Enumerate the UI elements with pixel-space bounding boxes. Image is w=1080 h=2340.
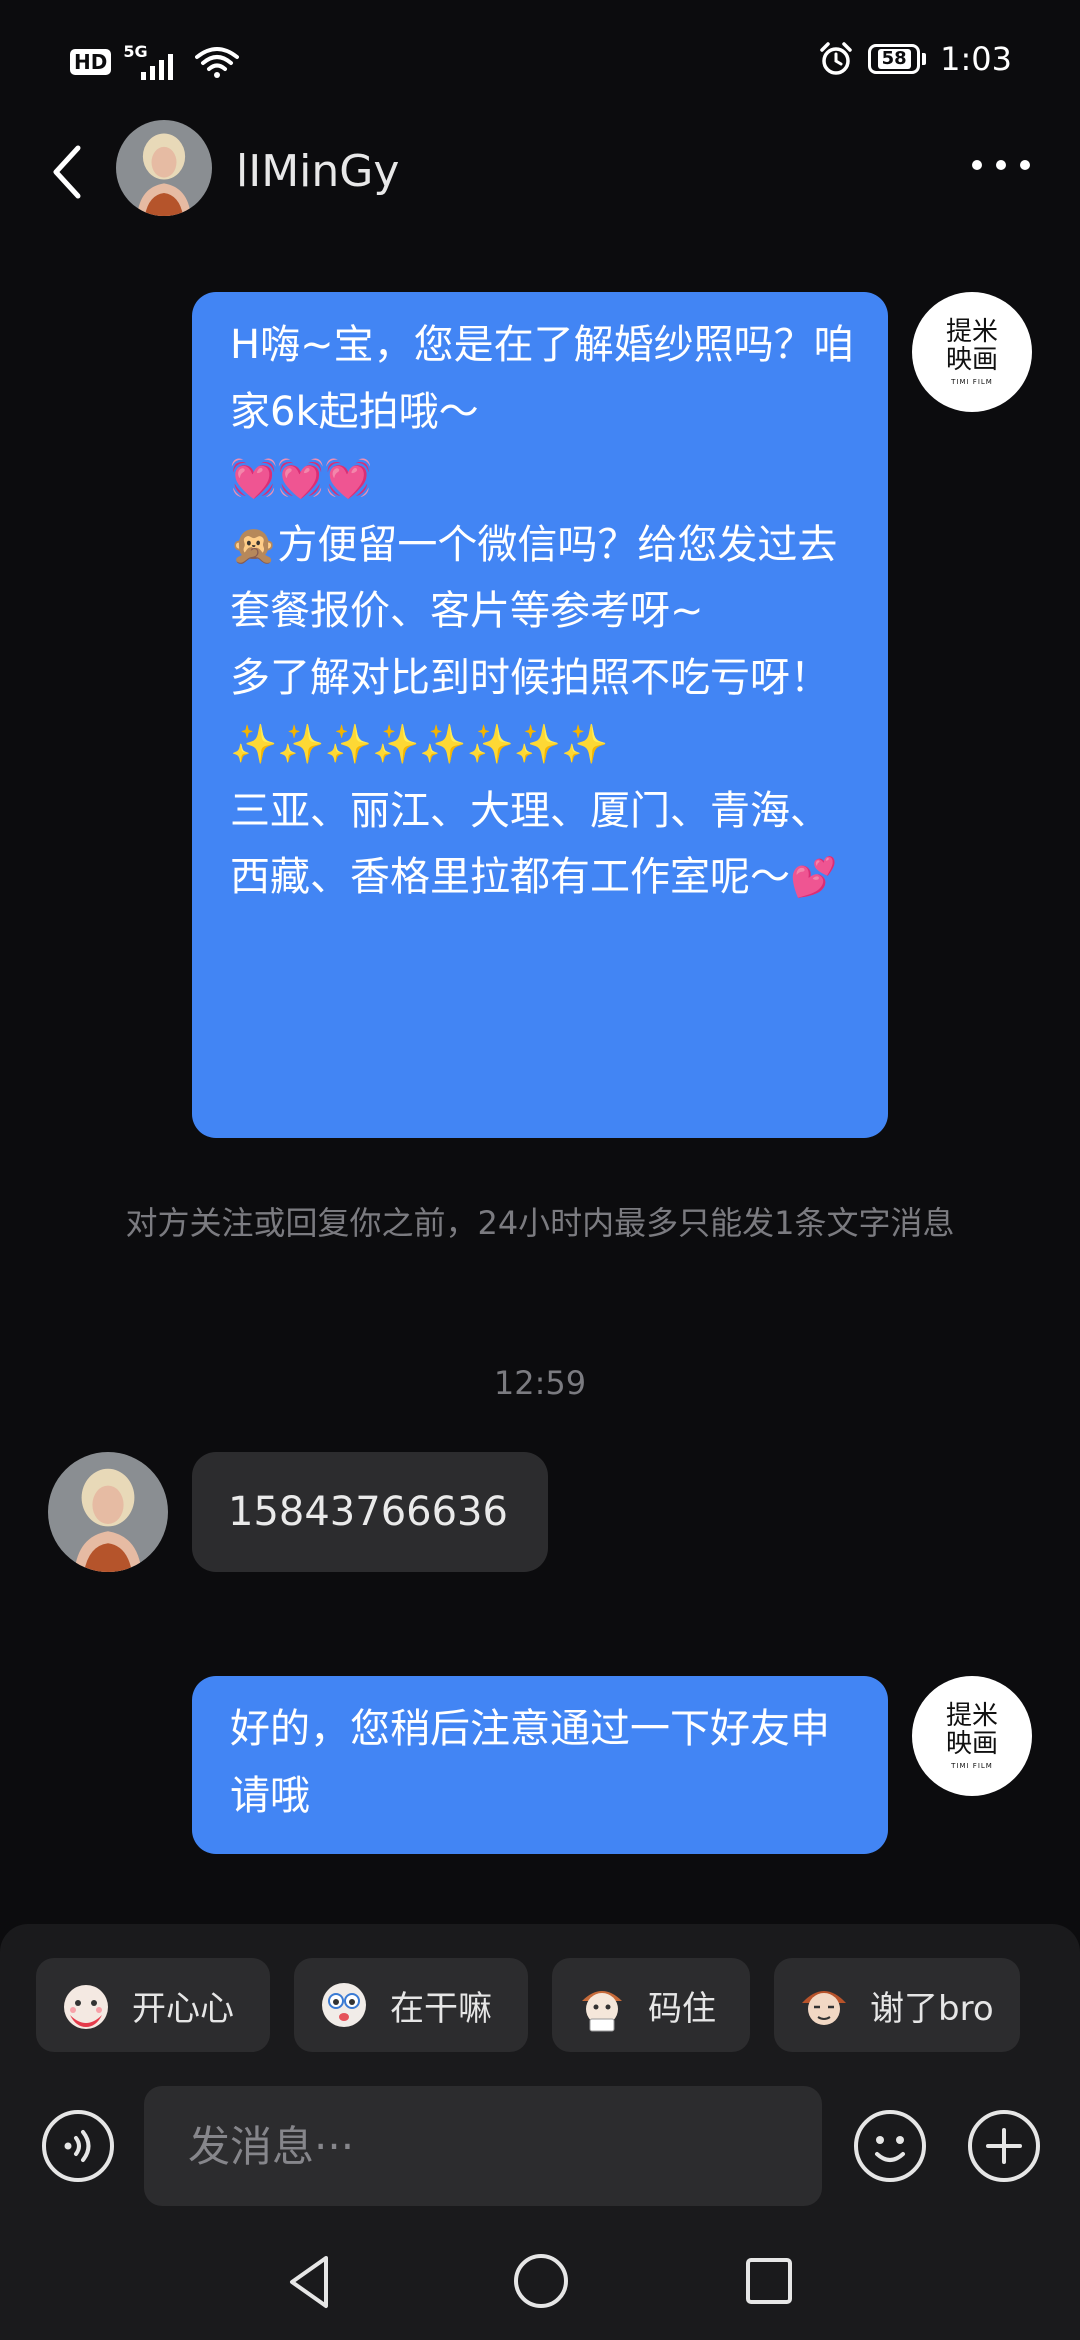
brand-logo-line2: 映画 (945, 1729, 998, 1759)
quick-reply-bar: 开心心 在干嘛 码住 谢了bro (36, 1958, 1020, 2052)
plus-icon[interactable] (966, 2108, 1042, 2184)
brand-logo-small: TIMI FILM (951, 1762, 993, 1770)
composer-panel: 开心心 在干嘛 码住 谢了bro 发消息··· (0, 1924, 1080, 2340)
curious-sticker-icon (322, 1983, 366, 2027)
quick-reply-label: 码住 (648, 1988, 716, 2029)
nav-home-icon[interactable] (512, 2252, 570, 2310)
heart-emoji: 💕 (790, 855, 838, 899)
voice-icon[interactable] (40, 2108, 116, 2184)
message-text: 方便留一个微信吗？给您发过去套餐报价、客片等参考呀~ (230, 521, 838, 635)
brand-logo-line1: 提米 (945, 1701, 998, 1731)
thanks-sticker-icon (802, 1991, 846, 2025)
wifi-icon (195, 47, 240, 78)
status-time: 1:03 (940, 40, 1012, 78)
happy-sticker-icon (64, 1985, 108, 2029)
quick-reply-label: 开心心 (132, 1988, 234, 2029)
quick-reply-label: 在干嘛 (390, 1988, 492, 2029)
quick-reply-chip[interactable]: 在干嘛 (294, 1958, 528, 2052)
status-right: 58 1:03 (818, 40, 1012, 78)
brand-logo-small: TIMI FILM (951, 378, 993, 386)
quick-reply-label: 谢了bro (870, 1988, 994, 2029)
quick-reply-chip[interactable]: 谢了bro (774, 1958, 1020, 2052)
message-text: 15843766636 (228, 1489, 508, 1535)
note-sticker-icon (582, 1991, 622, 2032)
cellular-signal-icon: 5G (123, 42, 183, 82)
message-text: 好的，您稍后注意通过一下好友申请哦 (230, 1706, 830, 1819)
outgoing-message[interactable]: 好的，您稍后注意通过一下好友申请哦 (192, 1676, 888, 1854)
message-text: H嗨~宝，您是在了解婚纱照吗？咱家6k起拍哦～ (230, 322, 854, 435)
hearts-emoji: 💓💓💓 (230, 456, 372, 500)
contact-name[interactable]: lIMinGy (236, 146, 399, 197)
brand-avatar[interactable]: 提米 映画 TIMI FILM (912, 1676, 1032, 1796)
sticker-emoji: 🙊 (230, 522, 278, 567)
outgoing-message[interactable]: H嗨~宝，您是在了解婚纱照吗？咱家6k起拍哦～ 💓💓💓 🙊方便留一个微信吗？给您… (192, 292, 888, 1138)
hd-badge: HD (70, 49, 112, 75)
emoji-icon[interactable] (852, 2108, 928, 2184)
chat-header: lIMinGy (0, 118, 1080, 228)
battery-level: 58 (877, 49, 911, 69)
message-timestamp: 12:59 (493, 1364, 587, 1402)
brand-logo-line2: 映画 (945, 345, 998, 375)
battery-icon: 58 (868, 44, 927, 74)
system-nav-bar (0, 2242, 1080, 2340)
message-input[interactable] (144, 2086, 822, 2206)
contact-avatar[interactable] (48, 1452, 168, 1572)
composer-row (0, 2086, 1080, 2206)
more-dots-icon[interactable] (972, 160, 1030, 170)
message-text: 三亚、丽江、大理、厦门、青海、西藏、香格里拉都有工作室呢～ (230, 787, 830, 901)
quick-reply-chip[interactable]: 开心心 (36, 1958, 270, 2052)
contact-avatar[interactable] (116, 120, 212, 216)
sparkles-emoji: ✨✨✨✨✨✨✨✨ (230, 722, 609, 766)
status-left: HD 5G (70, 42, 240, 82)
system-notice: 对方关注或回复你之前，24小时内最多只能发1条文字消息 (125, 1204, 955, 1242)
nav-back-icon[interactable] (284, 2252, 334, 2312)
brand-logo-line1: 提米 (945, 317, 998, 347)
nav-recent-icon[interactable] (744, 2256, 794, 2306)
quick-reply-chip[interactable]: 码住 (552, 1958, 750, 2052)
status-bar: HD 5G 58 1:03 (0, 0, 1080, 120)
brand-avatar[interactable]: 提米 映画 TIMI FILM (912, 292, 1032, 412)
incoming-message[interactable]: 15843766636 (192, 1452, 548, 1572)
alarm-icon (820, 42, 852, 75)
back-icon[interactable] (48, 140, 88, 204)
message-text: 多了解对比到时候拍照不吃亏呀！ (230, 654, 830, 701)
